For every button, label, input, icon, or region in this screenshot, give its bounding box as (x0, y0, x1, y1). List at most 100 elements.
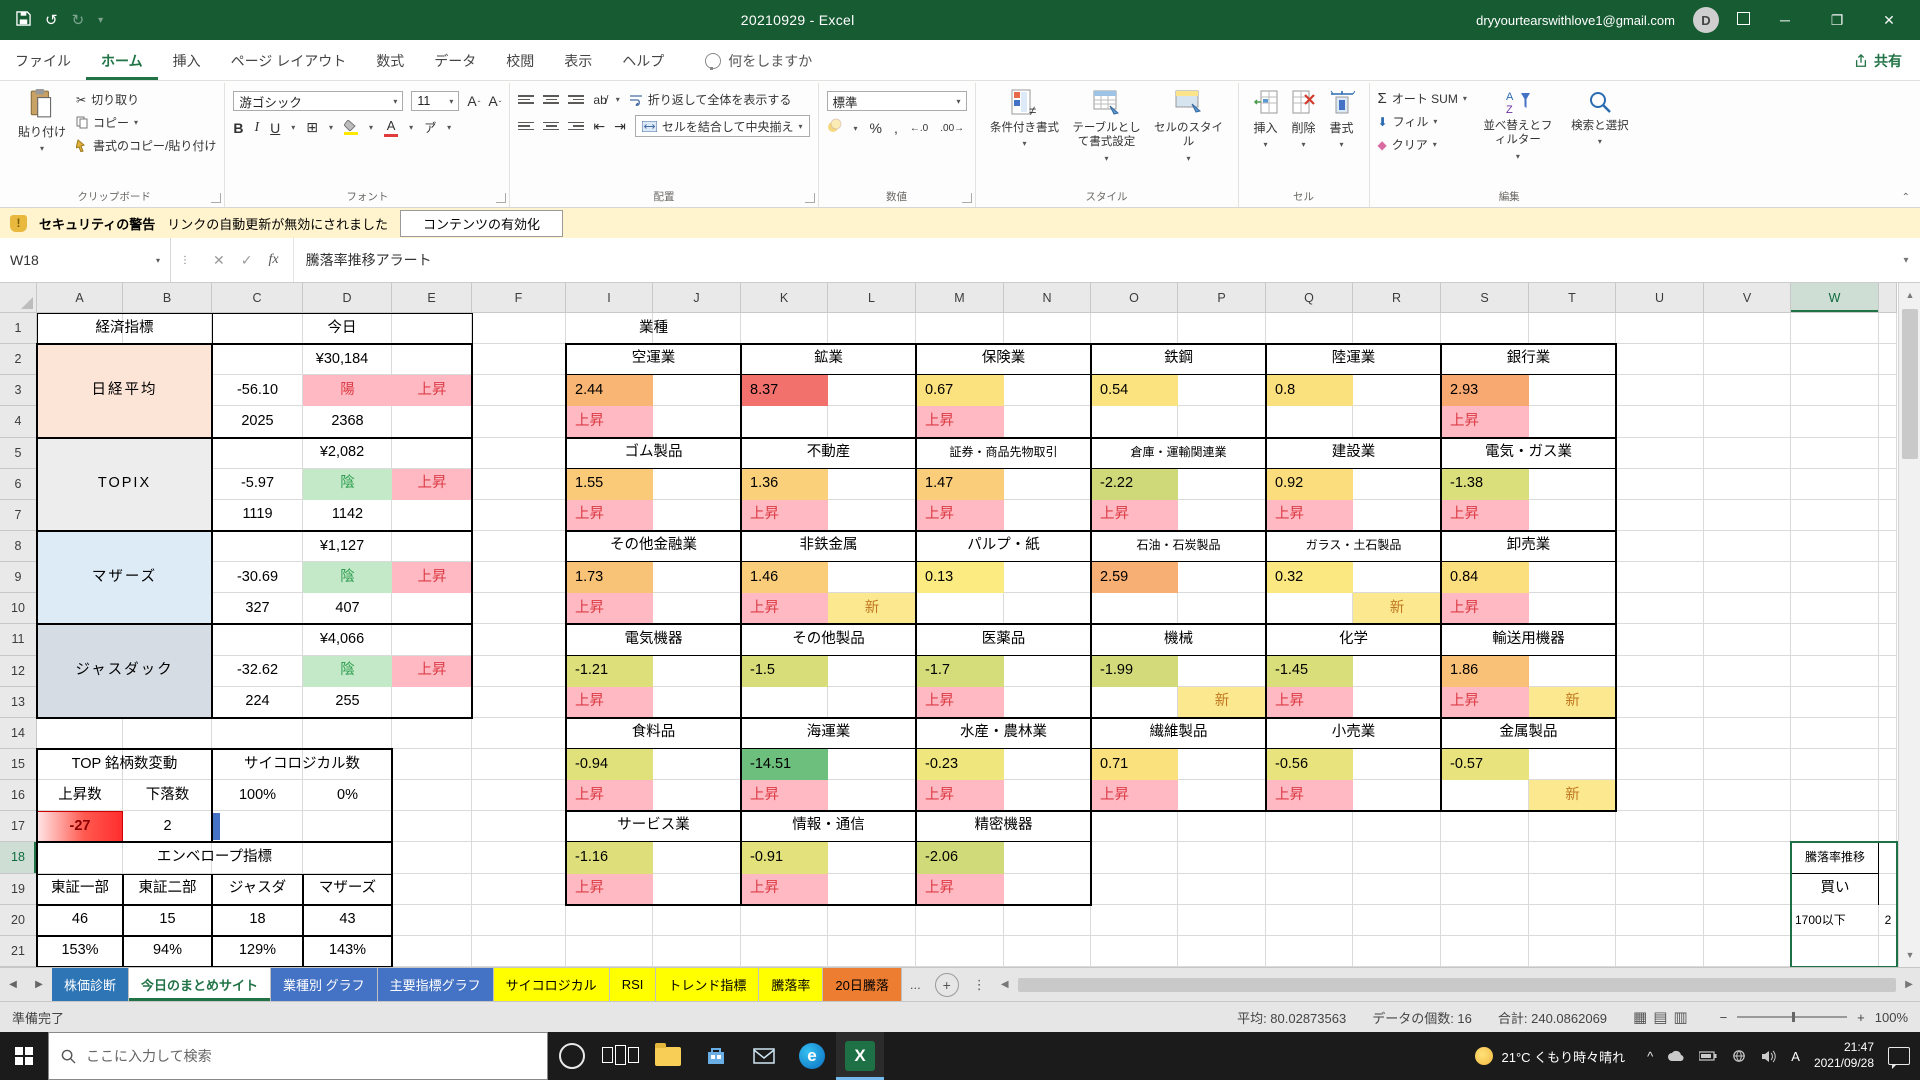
index-candle[interactable]: 陽 (303, 375, 392, 406)
column-header-Q[interactable]: Q (1266, 283, 1353, 313)
industry-name[interactable]: ガラス・土石製品 (1266, 531, 1441, 562)
row-header-4[interactable]: 4 (0, 406, 37, 437)
fill-color-icon[interactable] (344, 120, 358, 135)
industry-value[interactable]: 1.46 (741, 562, 828, 593)
index-price[interactable]: ¥4,066 (212, 624, 472, 655)
industry-up-flag[interactable]: 上昇 (1441, 687, 1529, 718)
industry-value[interactable]: 1.73 (566, 562, 653, 593)
industry-name[interactable]: 鉱業 (741, 344, 916, 375)
cortana-button[interactable] (548, 1032, 596, 1080)
index-price[interactable]: ¥30,184 (212, 344, 472, 375)
percent-style-icon[interactable]: % (870, 120, 882, 136)
column-header-B[interactable]: B (123, 283, 212, 313)
industry-value[interactable]: 2.44 (566, 375, 653, 406)
column-header-K[interactable]: K (741, 283, 828, 313)
industry-up-flag[interactable]: 上昇 (566, 406, 653, 437)
industry-name[interactable]: ゴム製品 (566, 438, 741, 469)
tab-formulas[interactable]: 数式 (361, 42, 419, 80)
industry-name[interactable]: 海運業 (741, 718, 916, 749)
insert-function-icon[interactable]: fx (268, 252, 278, 268)
psycho-value[interactable]: 0% (303, 780, 392, 811)
tab-home[interactable]: ホーム (86, 42, 158, 80)
index-candle[interactable]: 陰 (303, 656, 392, 687)
store-button[interactable] (692, 1032, 740, 1080)
vertical-scrollbar[interactable]: ▲▼ (1898, 283, 1920, 967)
qat-customize-icon[interactable]: ▾ (98, 15, 103, 26)
index-low[interactable]: 224 (212, 687, 303, 718)
envelope-percent[interactable]: 153% (37, 936, 123, 967)
row-header-3[interactable]: 3 (0, 375, 37, 406)
insert-cells-button[interactable]: 挿入▾ (1247, 87, 1285, 151)
decrease-decimal-icon[interactable]: .00→ (940, 123, 964, 134)
italic-icon[interactable]: I (254, 120, 259, 136)
industry-up-flag[interactable]: 上昇 (1441, 406, 1529, 437)
industry-up-flag[interactable]: 上昇 (916, 687, 1004, 718)
spreadsheet-grid[interactable]: ABCDEFIJKLMNOPQRSTUVW1234567891011121314… (0, 283, 1920, 967)
industry-new-flag[interactable]: 新 (828, 593, 916, 624)
save-icon[interactable] (16, 11, 31, 30)
sheet-nav-right-icon[interactable]: ▶ (26, 968, 52, 1001)
view-shortcuts[interactable]: ▦▤▥ (1633, 1008, 1694, 1026)
row-header-1[interactable]: 1 (0, 313, 37, 344)
industry-up-flag[interactable]: 上昇 (566, 687, 653, 718)
index-name[interactable]: TOPIX (37, 438, 212, 531)
index-change[interactable]: -32.62 (212, 656, 303, 687)
industry-up-flag[interactable]: 上昇 (741, 780, 828, 811)
battery-icon[interactable] (1699, 1051, 1717, 1061)
network-icon[interactable] (1731, 1050, 1747, 1062)
find-select-button[interactable]: 検索と選択▾ (1559, 87, 1641, 148)
industry-value[interactable]: 1.86 (1441, 656, 1529, 687)
envelope-title[interactable]: エンベロープ指標 (37, 842, 392, 873)
format-cells-button[interactable]: 書式▾ (1323, 87, 1361, 151)
index-low[interactable]: 327 (212, 593, 303, 624)
industry-name[interactable]: 繊維製品 (1091, 718, 1266, 749)
number-format-combo[interactable]: 標準▾ (827, 91, 967, 111)
column-header-F[interactable]: F (472, 283, 566, 313)
industry-value[interactable]: 0.32 (1266, 562, 1353, 593)
collapse-ribbon-icon[interactable]: ⌃ (1902, 192, 1910, 203)
industry-new-flag[interactable]: 新 (1353, 593, 1441, 624)
format-painter-button[interactable]: 書式のコピー/貼り付け (76, 137, 216, 154)
font-dialog-launcher[interactable] (496, 193, 506, 203)
enable-content-button[interactable]: コンテンツの有効化 (400, 210, 563, 237)
column-header-P[interactable]: P (1178, 283, 1266, 313)
tray-expand-icon[interactable]: ^ (1647, 1049, 1653, 1064)
industry-value[interactable]: -1.38 (1441, 469, 1529, 500)
name-box[interactable]: W18▾ (0, 238, 171, 282)
industry-up-flag[interactable]: 上昇 (1091, 500, 1178, 531)
industry-up-flag[interactable]: 上昇 (566, 500, 653, 531)
industry-value[interactable]: 0.92 (1266, 469, 1353, 500)
industry-value[interactable]: -1.45 (1266, 656, 1353, 687)
undo-icon[interactable]: ↺ (45, 11, 58, 29)
envelope-percent[interactable]: 143% (303, 936, 392, 967)
enter-icon[interactable]: ✓ (241, 252, 253, 269)
tab-menu-icon[interactable]: ⋮ (965, 968, 994, 1001)
column-header-R[interactable]: R (1353, 283, 1441, 313)
industry-name[interactable]: パルプ・紙 (916, 531, 1091, 562)
index-low[interactable]: 2025 (212, 406, 303, 437)
psycho-value[interactable]: 100% (212, 780, 303, 811)
row-header-16[interactable]: 16 (0, 780, 37, 811)
industry-up-flag[interactable]: 上昇 (1091, 780, 1178, 811)
sheet-tab-3[interactable]: 主要指標グラフ (378, 968, 494, 1001)
zoom-level[interactable]: 100% (1875, 1010, 1908, 1025)
row-header-5[interactable]: 5 (0, 438, 37, 469)
phonetic-guide-icon[interactable]: ア゙ (424, 119, 436, 136)
clear-button[interactable]: ◆クリア▾ (1378, 136, 1467, 153)
copy-button[interactable]: コピー▾ (76, 114, 216, 131)
industry-up-flag[interactable]: 上昇 (741, 500, 828, 531)
industry-value[interactable]: 1.47 (916, 469, 1004, 500)
zoom-out-icon[interactable]: − (1720, 1010, 1728, 1025)
index-low[interactable]: 1119 (212, 500, 303, 531)
align-right-icon[interactable] (568, 120, 584, 133)
industry-value[interactable]: 0.71 (1091, 749, 1178, 780)
bold-icon[interactable]: B (233, 120, 243, 136)
index-price[interactable]: ¥1,127 (212, 531, 472, 562)
industry-name[interactable]: 水産・農林業 (916, 718, 1091, 749)
industry-up-flag[interactable]: 上昇 (1441, 593, 1529, 624)
industry-value[interactable]: -2.06 (916, 842, 1004, 873)
industry-value[interactable]: 0.13 (916, 562, 1004, 593)
column-header-S[interactable]: S (1441, 283, 1529, 313)
align-center-icon[interactable] (543, 120, 559, 133)
row-header-10[interactable]: 10 (0, 593, 37, 624)
